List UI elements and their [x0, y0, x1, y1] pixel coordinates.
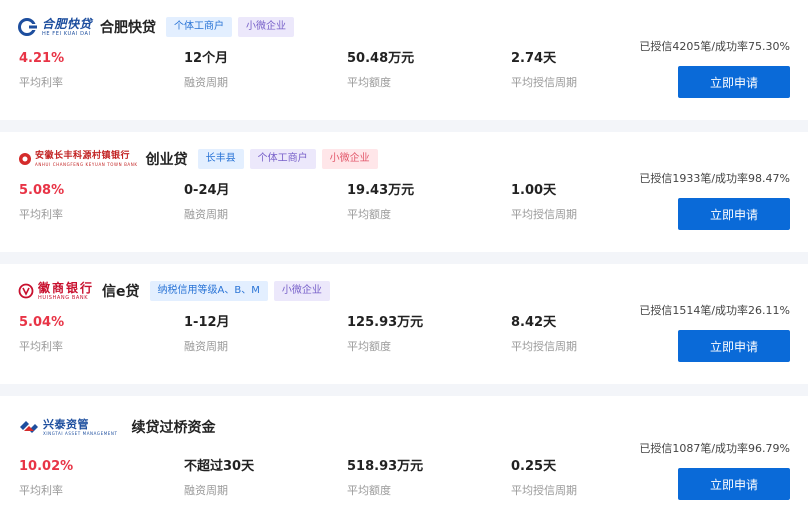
card-divider: [0, 384, 808, 396]
approval-stats: 已授信4205笔/成功率75.30%: [639, 40, 790, 53]
product-name: 续贷过桥资金: [131, 420, 216, 436]
product-name: 信e贷: [102, 284, 140, 300]
cycle-label: 平均授信周期: [511, 340, 577, 353]
bank-logo-subtext: HUISHANG BANK: [38, 294, 89, 301]
metric-cycle: 2.74天 平均授信周期: [511, 50, 577, 90]
card-header: 合肥快贷 HE FEI KUAI DAI 合肥快贷 个体工商户 小微企业: [18, 14, 300, 40]
metric-cycle: 8.42天 平均授信周期: [511, 314, 577, 354]
cycle-label: 平均授信周期: [511, 208, 577, 221]
tag-badge: 小微企业: [321, 149, 378, 169]
product-name: 创业贷: [145, 152, 188, 168]
approval-stats: 已授信1514笔/成功率26.11%: [639, 304, 790, 317]
amount-value: 50.48万元: [347, 51, 415, 66]
apply-button[interactable]: 立即申请: [678, 66, 790, 98]
bank-logo: 徽商银行 HUISHANG BANK: [18, 282, 94, 301]
tag-badge: 个体工商户: [249, 149, 316, 169]
term-value: 不超过30天: [184, 459, 255, 474]
cycle-label: 平均授信周期: [511, 484, 577, 497]
tag-badge: 小微企业: [238, 17, 295, 37]
term-value: 1-12月: [184, 315, 230, 330]
cycle-value: 1.00天: [511, 183, 557, 198]
loan-card: 徽商银行 HUISHANG BANK 信e贷 纳税信用等级A、B、M 小微企业 …: [0, 264, 808, 384]
term-value: 0-24月: [184, 183, 230, 198]
card-divider: [0, 252, 808, 264]
bank-logo-text: 徽商银行: [38, 280, 95, 295]
metric-rate: 5.04% 平均利率: [19, 314, 64, 354]
metric-amount: 125.93万元 平均额度: [347, 314, 423, 354]
bank-logo-text: 合肥快贷: [42, 16, 93, 31]
metric-rate: 10.02% 平均利率: [19, 458, 73, 498]
amount-label: 平均额度: [347, 340, 391, 353]
amount-value: 518.93万元: [347, 459, 424, 474]
amount-value: 125.93万元: [347, 315, 424, 330]
term-label: 融资周期: [184, 340, 228, 353]
card-header: 安徽长丰科源村镇银行 ANHUI CHANGFENG KEYUAN TOWN B…: [18, 146, 384, 172]
bank-logo: 合肥快贷 HE FEI KUAI DAI: [18, 18, 92, 37]
card-divider: [0, 120, 808, 132]
xingtai-logo-icon: [20, 421, 38, 433]
apply-button[interactable]: 立即申请: [678, 198, 790, 230]
metric-cycle: 1.00天 平均授信周期: [511, 182, 577, 222]
apply-button[interactable]: 立即申请: [678, 468, 790, 500]
metric-term: 1-12月 融资周期: [184, 314, 230, 354]
bank-logo-subtext: XINGTAI ASSET MANAGEMENT: [43, 430, 118, 436]
bank-logo-subtext: ANHUI CHANGFENG KEYUAN TOWN BANK: [35, 161, 138, 167]
metric-amount: 19.43万元 平均额度: [347, 182, 414, 222]
hefei-kuaidai-logo-icon: [18, 18, 37, 36]
amount-value: 19.43万元: [347, 183, 415, 198]
bank-logo: 兴泰资管 XINGTAI ASSET MANAGEMENT: [18, 419, 118, 436]
bank-logo: 安徽长丰科源村镇银行 ANHUI CHANGFENG KEYUAN TOWN B…: [18, 150, 138, 167]
bank-logo-text: 兴泰资管: [43, 417, 89, 431]
cycle-label: 平均授信周期: [511, 76, 577, 89]
huishang-bank-logo-icon: [18, 283, 34, 299]
amount-label: 平均额度: [347, 208, 391, 221]
rate-label: 平均利率: [19, 484, 63, 497]
loan-card: 兴泰资管 XINGTAI ASSET MANAGEMENT 续贷过桥资金 10.…: [0, 396, 808, 526]
approval-stats: 已授信1087笔/成功率96.79%: [639, 442, 790, 455]
metric-amount: 518.93万元 平均额度: [347, 458, 423, 498]
approval-stats: 已授信1933笔/成功率98.47%: [639, 172, 790, 185]
tag-badge: 纳税信用等级A、B、M: [149, 281, 268, 301]
amount-label: 平均额度: [347, 484, 391, 497]
rate-label: 平均利率: [19, 76, 63, 89]
rate-value: 5.08%: [19, 183, 65, 198]
metric-rate: 5.08% 平均利率: [19, 182, 64, 222]
rate-label: 平均利率: [19, 208, 63, 221]
metric-term: 0-24月 融资周期: [184, 182, 230, 222]
bank-logo-subtext: HE FEI KUAI DAI: [42, 30, 91, 37]
metric-term: 不超过30天 融资周期: [184, 458, 254, 498]
term-label: 融资周期: [184, 484, 228, 497]
cycle-value: 8.42天: [511, 315, 557, 330]
cycle-value: 2.74天: [511, 51, 557, 66]
changfeng-bank-logo-icon: [19, 153, 31, 165]
rate-value: 5.04%: [19, 315, 65, 330]
tag-badge: 长丰县: [197, 149, 244, 169]
term-label: 融资周期: [184, 208, 228, 221]
rate-value: 10.02%: [19, 459, 74, 474]
card-header: 徽商银行 HUISHANG BANK 信e贷 纳税信用等级A、B、M 小微企业: [18, 278, 336, 304]
rate-label: 平均利率: [19, 340, 63, 353]
rate-value: 4.21%: [19, 51, 65, 66]
metric-cycle: 0.25天 平均授信周期: [511, 458, 577, 498]
amount-label: 平均额度: [347, 76, 391, 89]
loan-card: 安徽长丰科源村镇银行 ANHUI CHANGFENG KEYUAN TOWN B…: [0, 132, 808, 252]
apply-button[interactable]: 立即申请: [678, 330, 790, 362]
metric-amount: 50.48万元 平均额度: [347, 50, 414, 90]
tag-badge: 个体工商户: [166, 17, 233, 37]
bank-logo-text: 安徽长丰科源村镇银行: [35, 150, 131, 161]
product-name: 合肥快贷: [100, 20, 157, 36]
cycle-value: 0.25天: [511, 459, 557, 474]
term-label: 融资周期: [184, 76, 228, 89]
metric-rate: 4.21% 平均利率: [19, 50, 64, 90]
term-value: 12个月: [184, 51, 229, 66]
card-header: 兴泰资管 XINGTAI ASSET MANAGEMENT 续贷过桥资金: [18, 414, 226, 440]
tag-badge: 小微企业: [273, 281, 330, 301]
loan-card: 合肥快贷 HE FEI KUAI DAI 合肥快贷 个体工商户 小微企业 4.2…: [0, 0, 808, 120]
metric-term: 12个月 融资周期: [184, 50, 228, 90]
